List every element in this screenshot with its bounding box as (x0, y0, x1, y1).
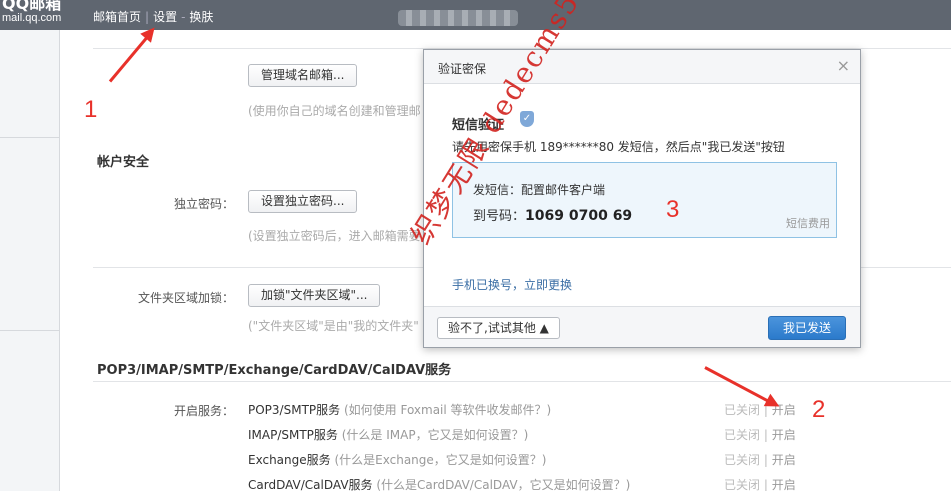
service-help-link[interactable]: (如何使用 Foxmail 等软件收发邮件？) (344, 403, 551, 417)
open-service-label: 开启服务： (173, 404, 234, 418)
blurred-account (398, 10, 518, 26)
service-row-carddav: CardDAV/CalDAV服务 (什么是CardDAV/CalDAV，它又是如… (248, 476, 630, 491)
domain-hint: (使用你自己的域名创建和管理邮 (248, 104, 421, 118)
services-title: POP3/IMAP/SMTP/Exchange/CardDAV/CalDAV服务 (97, 363, 452, 378)
logo-domain: mail.qq.com (2, 12, 62, 24)
status-closed: 已关闭 (724, 403, 761, 417)
sms-number-line: 到号码：1069 0700 69 (473, 205, 632, 224)
service-name: Exchange服务 (248, 453, 331, 467)
sms-content-label: 发短信： (473, 183, 522, 197)
sms-fee-link[interactable]: 短信费用 (786, 215, 830, 231)
status-closed: 已关闭 (724, 478, 761, 491)
enable-imap-link[interactable]: 开启 (772, 428, 796, 442)
change-phone-link[interactable]: 手机已换号，立即更换 (452, 276, 572, 293)
nav-settings-link[interactable]: 设置 (153, 10, 177, 24)
folder-lock-button[interactable]: 加锁"文件夹区域"... (248, 284, 381, 307)
sidebar-divider (0, 137, 59, 138)
service-name: CardDAV/CalDAV服务 (248, 478, 373, 491)
account-security-title: 帐户安全 (97, 155, 150, 170)
sms-info-box: 发短信：配置邮件客户端 到号码：1069 0700 69 短信费用 (452, 162, 837, 238)
service-row-pop3: POP3/SMTP服务 (如何使用 Foxmail 等软件收发邮件？) (248, 401, 551, 418)
sms-content-line: 发短信：配置邮件客户端 (473, 181, 605, 198)
status-closed: 已关闭 (724, 453, 761, 467)
sent-button[interactable]: 我已发送 (768, 316, 846, 340)
status-closed: 已关闭 (724, 428, 761, 442)
service-help-link[interactable]: (什么是CardDAV/CalDAV，它又是如何设置？) (376, 478, 630, 491)
service-row-exchange: Exchange服务 (什么是Exchange，它又是如何设置？) (248, 451, 546, 468)
nav-skin-link[interactable]: 换肤 (189, 10, 213, 24)
nav-home-link[interactable]: 邮箱首页 (93, 10, 141, 24)
service-row-imap: IMAP/SMTP服务 (什么是 IMAP，它又是如何设置？) (248, 426, 528, 443)
service-status: 已关闭 | 开启 (724, 403, 796, 417)
password-label: 独立密码： (173, 197, 234, 211)
qq-mail-logo[interactable]: QQ邮箱 (2, 0, 61, 12)
divider (93, 381, 951, 382)
annotation-number-3: 3 (666, 196, 680, 223)
service-help-link[interactable]: (什么是Exchange，它又是如何设置？) (334, 453, 546, 467)
annotation-number-2: 2 (812, 396, 826, 423)
dialog-header: 验证密保 × (424, 50, 860, 84)
service-help-link[interactable]: (什么是 IMAP，它又是如何设置？) (342, 428, 529, 442)
top-bar: QQ邮箱 mail.qq.com 邮箱首页 | 设置 - 换肤 (0, 0, 951, 30)
service-status: 已关闭 | 开启 (724, 478, 796, 491)
service-status: 已关闭 | 开启 (724, 453, 796, 467)
folder-lock-label: 文件夹区域加锁： (137, 291, 234, 305)
nav-separator: - (181, 10, 186, 24)
sms-content: 配置邮件客户端 (521, 183, 606, 197)
enable-carddav-link[interactable]: 开启 (772, 478, 796, 491)
left-sidebar (0, 30, 60, 491)
service-name: IMAP/SMTP服务 (248, 428, 338, 442)
service-name: POP3/SMTP服务 (248, 403, 341, 417)
shield-icon: ✓ (520, 111, 534, 127)
folder-lock-hint: ("文件夹区域"是由"我的文件夹" (248, 319, 419, 333)
manage-domain-button[interactable]: 管理域名邮箱... (248, 64, 358, 87)
service-status: 已关闭 | 开启 (724, 428, 796, 442)
annotation-number-1: 1 (84, 96, 98, 123)
dialog-footer: 验不了,试试其他 ▲ 我已发送 (424, 306, 860, 347)
close-icon[interactable]: × (837, 56, 850, 75)
enable-exchange-link[interactable]: 开启 (772, 453, 796, 467)
sms-number: 1069 0700 69 (525, 208, 633, 224)
dialog-title: 验证密保 (438, 62, 487, 76)
password-hint: (设置独立密码后，进入邮箱需要 (248, 229, 421, 243)
try-other-button[interactable]: 验不了,试试其他 ▲ (437, 317, 560, 339)
set-password-button[interactable]: 设置独立密码... (248, 190, 358, 213)
sidebar-divider (0, 330, 59, 331)
top-nav: 邮箱首页 | 设置 - 换肤 (93, 8, 213, 25)
sms-number-label: 到号码： (473, 209, 526, 224)
